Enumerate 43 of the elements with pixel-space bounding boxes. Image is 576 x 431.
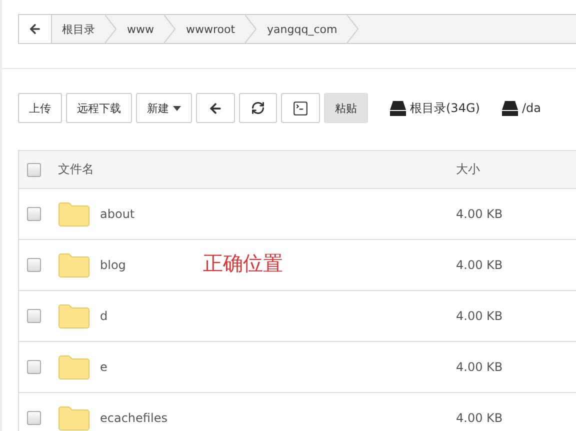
checkbox[interactable] xyxy=(27,258,41,272)
back-button[interactable] xyxy=(196,93,235,123)
toolbar-button[interactable]: 上传 xyxy=(18,93,62,123)
file-name[interactable]: ecachefiles xyxy=(100,411,168,425)
refresh-icon xyxy=(251,101,265,115)
checkbox[interactable] xyxy=(27,162,41,176)
checkbox[interactable] xyxy=(27,309,41,323)
annotation-text: 正确位置 xyxy=(203,250,283,277)
file-size: 4.00 KB xyxy=(456,207,503,221)
caret-icon xyxy=(173,106,181,110)
breadcrumb-item[interactable]: wwwroot xyxy=(176,15,258,43)
file-size: 4.00 KB xyxy=(456,411,503,425)
breadcrumb-item[interactable]: yangqq_com xyxy=(257,15,360,43)
file-size: 4.00 KB xyxy=(456,360,503,374)
file-size: 4.00 KB xyxy=(456,309,503,323)
checkbox[interactable] xyxy=(27,207,41,221)
terminal-icon xyxy=(292,100,309,116)
disk-icon xyxy=(502,100,518,116)
file-name[interactable]: blog xyxy=(100,258,126,272)
toolbar-button[interactable]: 远程下载 xyxy=(66,93,132,123)
disk-label[interactable]: 根目录(34G) xyxy=(410,100,480,116)
disk-icon xyxy=(390,100,406,116)
breadcrumb-item[interactable]: 根目录 xyxy=(52,15,117,43)
folder-icon xyxy=(58,201,90,227)
disk-label[interactable]: /da xyxy=(522,101,541,115)
folder-icon xyxy=(58,405,90,431)
file-name[interactable]: about xyxy=(100,207,135,221)
checkbox[interactable] xyxy=(27,411,41,425)
file-name[interactable]: d xyxy=(100,309,108,323)
column-header: 大小 xyxy=(456,161,480,178)
refresh-button[interactable] xyxy=(239,93,277,123)
toolbar-button[interactable]: 粘贴 xyxy=(324,93,368,123)
terminal-button[interactable] xyxy=(281,93,320,123)
breadcrumb-item[interactable]: www xyxy=(117,15,176,43)
folder-icon xyxy=(58,252,90,278)
folder-icon xyxy=(58,354,90,380)
column-header: 文件名 xyxy=(58,161,94,178)
file-size: 4.00 KB xyxy=(456,258,503,272)
checkbox[interactable] xyxy=(27,360,41,374)
folder-icon xyxy=(58,303,90,329)
file-name[interactable]: e xyxy=(100,360,108,374)
back-button[interactable] xyxy=(19,15,52,43)
new-dropdown-button[interactable]: 新建 xyxy=(136,93,192,123)
